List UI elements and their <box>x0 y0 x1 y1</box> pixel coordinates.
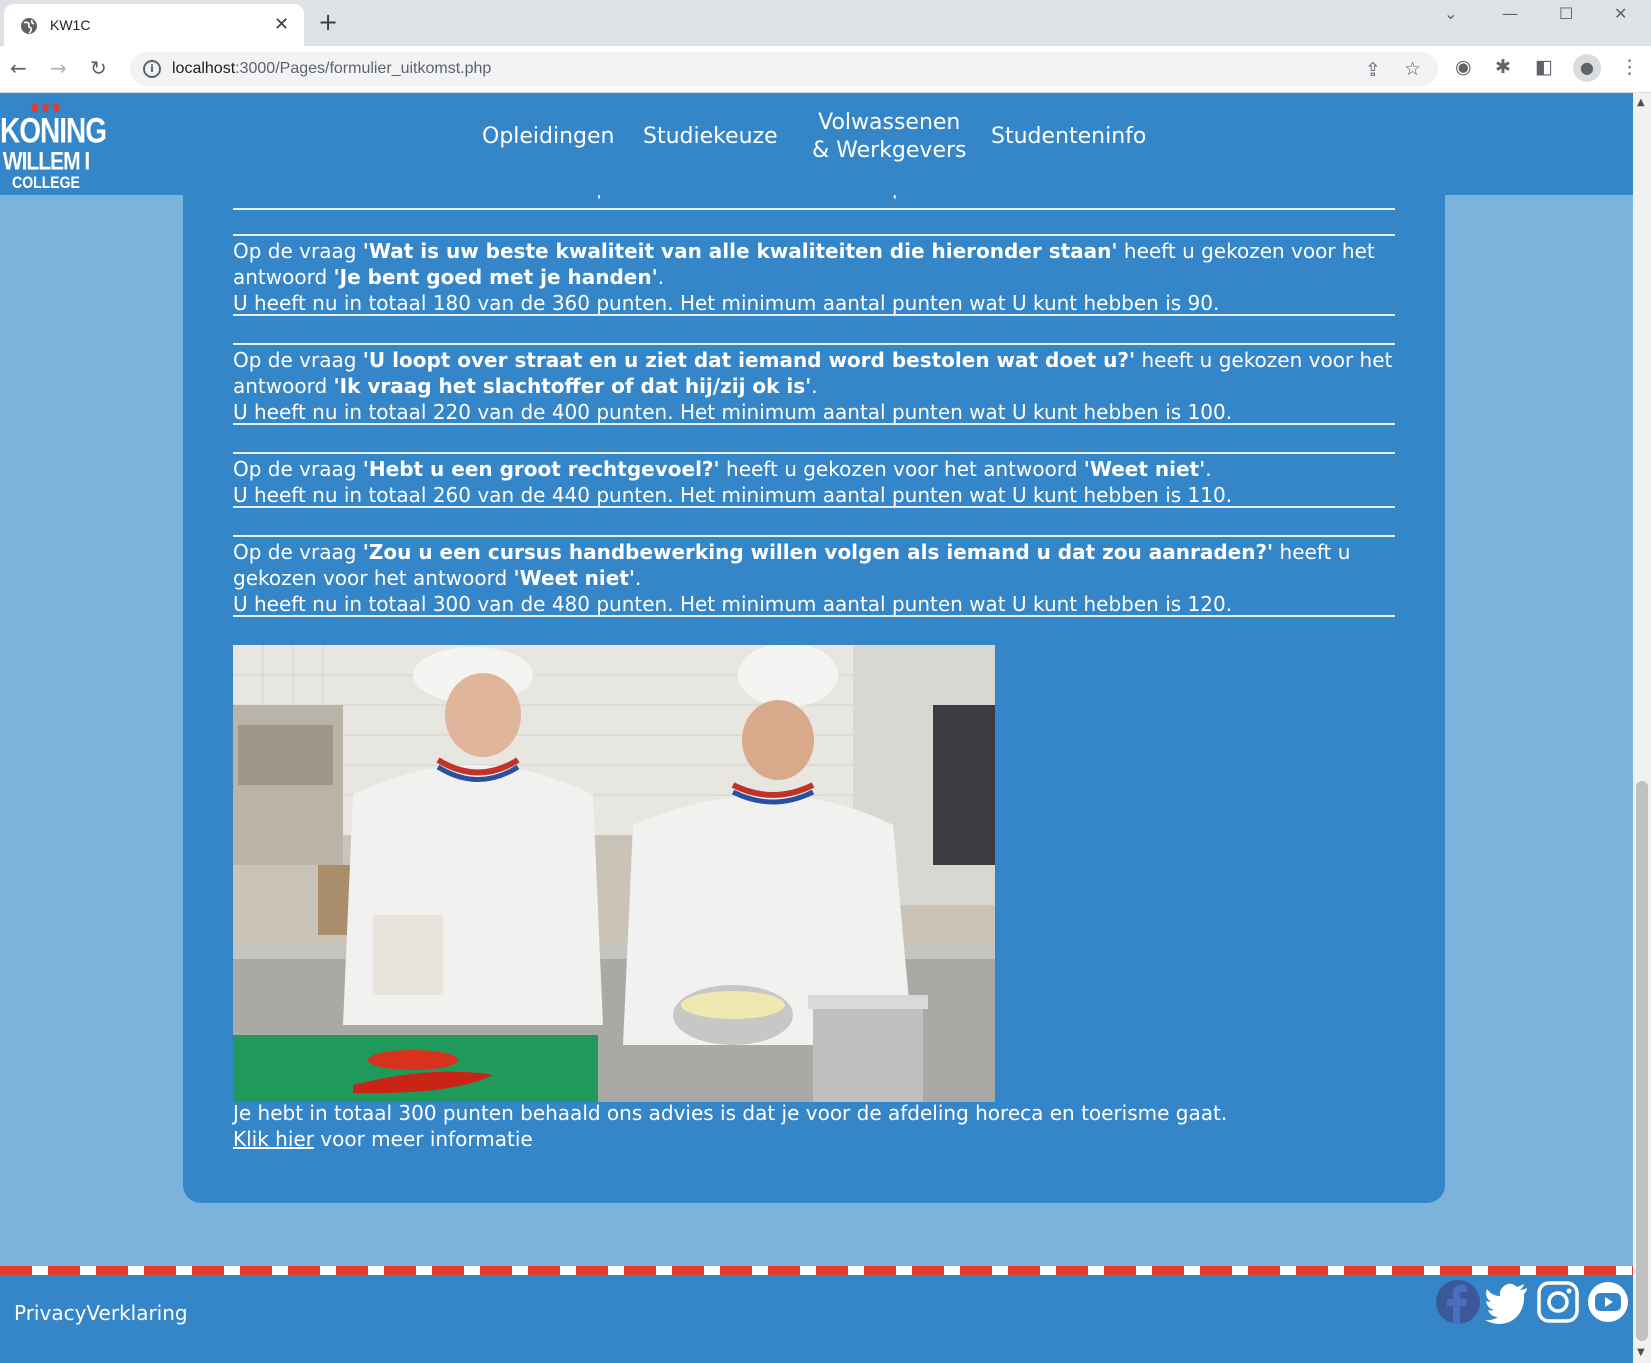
advice-block: Je hebt in totaal 300 punten behaald ons… <box>233 1100 1395 1152</box>
nav-studiekeuze[interactable]: Studiekeuze <box>643 123 778 151</box>
privacy-link[interactable]: PrivacyVerklaring <box>14 1301 188 1325</box>
profile-avatar-icon[interactable]: ● <box>1573 54 1601 82</box>
results-panel: U heeft nu in totaal 170 van de 320 punt… <box>183 150 1445 1203</box>
forward-icon[interactable]: → <box>50 56 67 80</box>
site-info-icon[interactable]: i <box>143 60 161 78</box>
share-icon[interactable]: ⇪ <box>1365 59 1381 81</box>
question-text: 'U loopt over straat en u ziet dat ieman… <box>362 348 1136 372</box>
more-info-link[interactable]: Klik hier <box>233 1127 314 1151</box>
question-text: 'Hebt u een groot rechtgevoel?' <box>362 457 720 481</box>
nav-volwassenen-line-2: & Werkgevers <box>812 138 967 163</box>
facebook-icon[interactable] <box>1436 1280 1480 1324</box>
answer-text: 'Weet niet' <box>513 566 636 590</box>
more-info-suffix: voor meer informatie <box>313 1127 533 1151</box>
answer-text: 'Je bent goed met je handen' <box>333 265 658 289</box>
cooking-students-photo <box>233 645 995 1102</box>
scroll-down-icon[interactable]: ▼ <box>1637 1347 1645 1358</box>
answer-text: 'Weet niet' <box>1083 457 1206 481</box>
back-icon[interactable]: ← <box>10 56 27 80</box>
maximize-icon[interactable]: ☐ <box>1559 4 1573 23</box>
close-window-icon[interactable]: ✕ <box>1614 4 1627 23</box>
answer-text: 'Ik vraag het slachtoffer of dat hij/zij… <box>333 374 812 398</box>
instagram-icon[interactable] <box>1536 1280 1580 1324</box>
total-points-line: U heeft nu in totaal 180 van de 360 punt… <box>233 291 1220 315</box>
minimize-icon[interactable]: — <box>1502 4 1518 23</box>
advice-text: Je hebt in totaal 300 punten behaald ons… <box>233 1101 1228 1125</box>
footer-stripe <box>0 1266 1633 1275</box>
page-scrollbar[interactable]: ▲ ▼ <box>1633 93 1651 1363</box>
address-bar[interactable]: i localhost:3000/Pages/formulier_uitkoms… <box>130 52 1438 86</box>
question-answer-line: Op de vraag 'Hebt u een groot rechtgevoe… <box>233 457 1212 481</box>
bookmark-star-icon[interactable]: ☆ <box>1404 58 1421 80</box>
question-text: 'Zou u een cursus handbewerking willen v… <box>362 540 1274 564</box>
side-panel-icon[interactable]: ◧ <box>1535 56 1553 78</box>
tab-title: KW1C <box>50 17 91 33</box>
result-block: Op de vraag 'Wat is uw beste kwaliteit v… <box>233 234 1395 316</box>
url-text: localhost:3000/Pages/formulier_uitkomst.… <box>172 60 492 77</box>
tab-close-icon[interactable]: ✕ <box>274 14 289 35</box>
result-block: Op de vraag 'U loopt over straat en u zi… <box>233 343 1395 425</box>
nav-studenteninfo[interactable]: Studenteninfo <box>991 123 1146 151</box>
extensions-icon[interactable]: ✱ <box>1495 56 1511 78</box>
question-answer-line: Op de vraag 'U loopt over straat en u zi… <box>233 348 1393 398</box>
total-points-line: U heeft nu in totaal 260 van de 440 punt… <box>233 483 1233 507</box>
twitter-icon[interactable] <box>1485 1280 1529 1324</box>
nav-opleidingen[interactable]: Opleidingen <box>482 123 615 151</box>
total-points-line: U heeft nu in totaal 300 van de 480 punt… <box>233 592 1233 616</box>
browser-toolbar: ← → ↻ i localhost:3000/Pages/formulier_u… <box>0 46 1651 93</box>
youtube-icon[interactable] <box>1586 1280 1630 1324</box>
scroll-up-icon[interactable]: ▲ <box>1637 97 1645 108</box>
tab-search-icon[interactable]: ⌄ <box>1444 4 1457 23</box>
nav-volwassenen-line-1: Volwassenen <box>818 110 961 135</box>
total-points-line: U heeft nu in totaal 220 van de 400 punt… <box>233 400 1233 424</box>
browser-tab-strip: KW1C ✕ + ⌄ — ☐ ✕ <box>0 0 1651 46</box>
question-answer-line: Op de vraag 'Wat is uw beste kwaliteit v… <box>233 239 1375 289</box>
site-footer: PrivacyVerklaring <box>0 1275 1633 1363</box>
nav-volwassenen-werkgevers[interactable]: Volwassenen & Werkgevers <box>812 109 967 165</box>
browser-tab[interactable]: KW1C ✕ <box>4 4 304 46</box>
menu-dots-icon[interactable]: ⋮ <box>1620 56 1639 78</box>
result-block: Op de vraag 'Zou u een cursus handbewerk… <box>233 535 1395 617</box>
question-answer-line: Op de vraag 'Zou u een cursus handbewerk… <box>233 540 1351 590</box>
scroll-thumb[interactable] <box>1636 781 1648 1341</box>
question-text: 'Wat is uw beste kwaliteit van alle kwal… <box>362 239 1118 263</box>
site-header: ♛♛♛ KONING WILLEM I COLLEGE Opleidingen … <box>0 93 1633 195</box>
password-manager-icon[interactable]: ◉ <box>1455 56 1472 78</box>
new-tab-icon[interactable]: + <box>318 8 338 36</box>
main-nav: Opleidingen Studiekeuze Volwassenen & We… <box>0 93 1633 195</box>
reload-icon[interactable]: ↻ <box>90 56 107 80</box>
result-block: Op de vraag 'Hebt u een groot rechtgevoe… <box>233 452 1395 508</box>
more-info-line: Klik hier voor meer informatie <box>233 1126 1395 1152</box>
globe-icon <box>21 18 37 34</box>
